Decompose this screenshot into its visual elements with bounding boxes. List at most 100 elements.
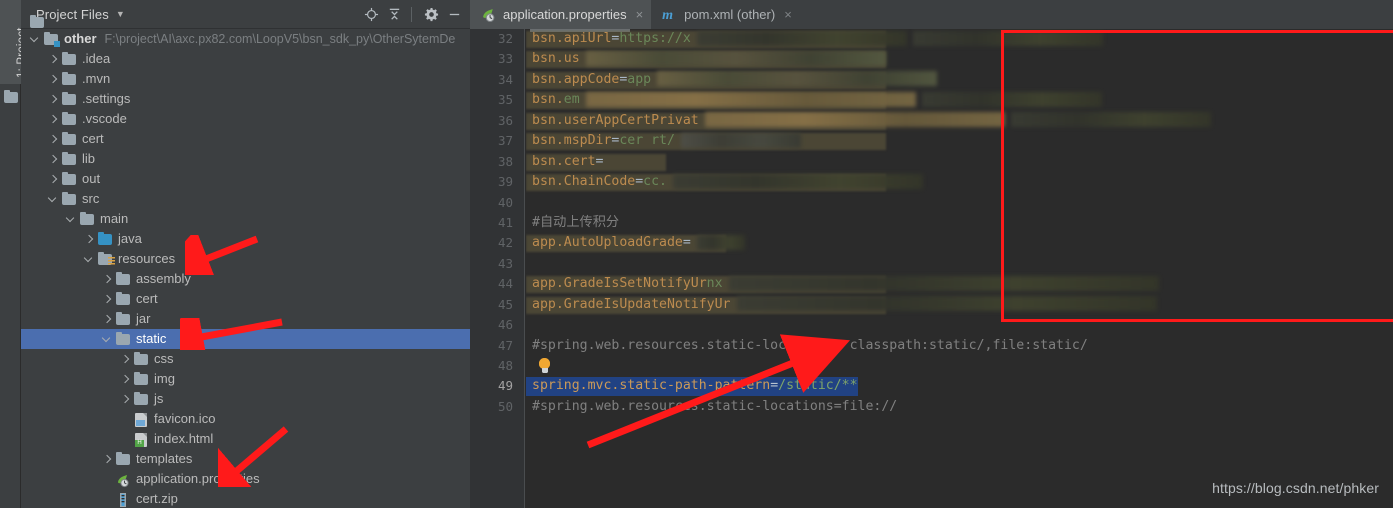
chevron-right-icon[interactable] bbox=[47, 54, 58, 65]
editor-tab-bar: application.properties × m pom.xml (other) × bbox=[470, 0, 1393, 29]
project-tool-window: Project Files ▼ other F:\project\AI\axc.… bbox=[21, 0, 470, 508]
close-icon[interactable]: × bbox=[784, 8, 792, 21]
tree-item-cert[interactable]: cert bbox=[21, 129, 470, 149]
property-value: cc. bbox=[643, 174, 667, 190]
folder-icon bbox=[115, 271, 131, 287]
collapse-all-icon[interactable] bbox=[384, 4, 404, 24]
tree-item-static[interactable]: static bbox=[21, 329, 470, 349]
tree-item-out[interactable]: out bbox=[21, 169, 470, 189]
tree-item-js[interactable]: js bbox=[21, 389, 470, 409]
close-icon[interactable]: × bbox=[636, 8, 644, 21]
chevron-right-icon[interactable] bbox=[47, 114, 58, 125]
chevron-right-icon[interactable] bbox=[119, 354, 130, 365]
tree-item-main[interactable]: main bbox=[21, 209, 470, 229]
tree-item-lib[interactable]: lib bbox=[21, 149, 470, 169]
chevron-down-icon[interactable] bbox=[47, 193, 58, 205]
tree-item-src[interactable]: src bbox=[21, 189, 470, 209]
property-key: app.AutoUploadGrade bbox=[532, 235, 683, 251]
tree-item-index-html[interactable]: Hindex.html bbox=[21, 429, 470, 449]
minimize-icon[interactable] bbox=[444, 4, 464, 24]
chevron-right-icon[interactable] bbox=[47, 154, 58, 165]
property-key: app.GradeIsUpdateNotifyUr bbox=[532, 296, 731, 312]
tree-item-cert-zip[interactable]: cert.zip bbox=[21, 489, 470, 508]
chevron-right-icon[interactable] bbox=[119, 394, 130, 405]
tree-item-application-properties[interactable]: application.properties bbox=[21, 469, 470, 489]
tree-item-label: index.html bbox=[154, 431, 214, 446]
locate-icon[interactable] bbox=[361, 4, 381, 24]
tree-item-label: lib bbox=[82, 151, 96, 166]
property-key: app.GradeIsSetNotifyUr bbox=[532, 276, 707, 292]
tree-item-label: out bbox=[82, 171, 101, 186]
tree-item-assembly[interactable]: assembly bbox=[21, 269, 470, 289]
chevron-right-icon[interactable] bbox=[83, 234, 94, 245]
folder-icon bbox=[61, 71, 77, 87]
lightbulb-icon[interactable] bbox=[538, 358, 551, 374]
tree-item-label: cert bbox=[82, 131, 104, 146]
chevron-right-icon[interactable] bbox=[101, 454, 112, 465]
property-equals: = bbox=[682, 235, 691, 251]
tree-item-label: src bbox=[82, 191, 100, 206]
line-number: 45 bbox=[497, 296, 513, 312]
tree-item-label: assembly bbox=[136, 271, 191, 286]
chevron-right-icon[interactable] bbox=[101, 314, 112, 325]
tree-item-cert[interactable]: cert bbox=[21, 289, 470, 309]
redacted-text-block bbox=[673, 173, 923, 189]
tree-item--vscode[interactable]: .vscode bbox=[21, 109, 470, 129]
line-number: 36 bbox=[497, 112, 513, 128]
chevron-right-icon[interactable] bbox=[119, 374, 130, 385]
chevron-right-icon[interactable] bbox=[47, 74, 58, 85]
code-line-redacted: bsn.cert= bbox=[526, 152, 1393, 172]
chevron-down-icon[interactable] bbox=[101, 333, 112, 345]
chevron-down-icon[interactable] bbox=[83, 253, 94, 265]
tree-item-label: java bbox=[118, 231, 142, 246]
zip-file-icon bbox=[115, 491, 131, 507]
folder-icon bbox=[115, 311, 131, 327]
line-number: 42 bbox=[497, 235, 513, 251]
property-key: bsn.ChainCode bbox=[532, 174, 636, 190]
line-number: 34 bbox=[497, 71, 513, 87]
chevron-down-icon[interactable] bbox=[65, 213, 76, 225]
tree-item-css[interactable]: css bbox=[21, 349, 470, 369]
project-file-tree[interactable]: other F:\project\AI\axc.px82.com\LoopV5\b… bbox=[21, 29, 470, 508]
tree-item-other[interactable]: other F:\project\AI\axc.px82.com\LoopV5\b… bbox=[21, 29, 470, 49]
tree-item-jar[interactable]: jar bbox=[21, 309, 470, 329]
chevron-right-icon[interactable] bbox=[101, 274, 112, 285]
tree-item-img[interactable]: img bbox=[21, 369, 470, 389]
module-folder-icon bbox=[43, 31, 60, 47]
redacted-text-block bbox=[680, 132, 801, 148]
gear-icon[interactable] bbox=[421, 4, 441, 24]
code-editor[interactable]: 32 33 34 35 36 37 38 39 40 41 42 43 44 45 46 47 48 49 50 b… bbox=[470, 29, 1393, 508]
tree-item--idea[interactable]: .idea bbox=[21, 49, 470, 69]
tree-item-resources[interactable]: resources bbox=[21, 249, 470, 269]
folder-icon bbox=[61, 91, 77, 107]
editor-tab-application-properties[interactable]: application.properties × bbox=[470, 0, 652, 29]
tree-item--mvn[interactable]: .mvn bbox=[21, 69, 470, 89]
tree-item-label: favicon.ico bbox=[154, 411, 216, 426]
tree-item-label: application.properties bbox=[136, 471, 260, 486]
chevron-right-icon[interactable] bbox=[47, 94, 58, 105]
structure-folder-icon[interactable] bbox=[4, 89, 18, 103]
tree-item-templates[interactable]: templates bbox=[21, 449, 470, 469]
chevron-down-icon[interactable]: ▼ bbox=[116, 9, 125, 19]
line-number: 43 bbox=[497, 255, 513, 271]
code-line-redacted: app.AutoUploadGrade= bbox=[526, 233, 1393, 253]
chevron-right-icon[interactable] bbox=[47, 134, 58, 145]
line-number: 50 bbox=[497, 398, 513, 414]
project-panel-title: Project Files bbox=[36, 6, 109, 22]
chevron-right-icon[interactable] bbox=[47, 174, 58, 185]
tree-item-java[interactable]: java bbox=[21, 229, 470, 249]
redacted-text-block bbox=[921, 91, 1102, 107]
tree-item-label: other bbox=[64, 31, 97, 46]
tree-item--settings[interactable]: .settings bbox=[21, 89, 470, 109]
line-number: 32 bbox=[497, 31, 513, 46]
tree-item-favicon-ico[interactable]: favicon.ico bbox=[21, 409, 470, 429]
property-key: bsn. bbox=[532, 92, 564, 108]
chevron-right-icon[interactable] bbox=[101, 294, 112, 305]
tree-item-path: F:\project\AI\axc.px82.com\LoopV5\bsn_sd… bbox=[104, 32, 456, 46]
editor-tab-label: application.properties bbox=[503, 7, 627, 22]
code-content[interactable]: bsn.apiUrl=https://x bsn.us bsn.appCode=ap… bbox=[526, 29, 1393, 508]
project-tool-window-tab[interactable]: 1: Project bbox=[0, 0, 28, 84]
code-line-redacted: bsn.mspDir=cer rt/ bbox=[526, 131, 1393, 151]
editor-tab-pom-xml[interactable]: m pom.xml (other) × bbox=[651, 0, 800, 29]
chevron-down-icon[interactable] bbox=[29, 33, 40, 45]
